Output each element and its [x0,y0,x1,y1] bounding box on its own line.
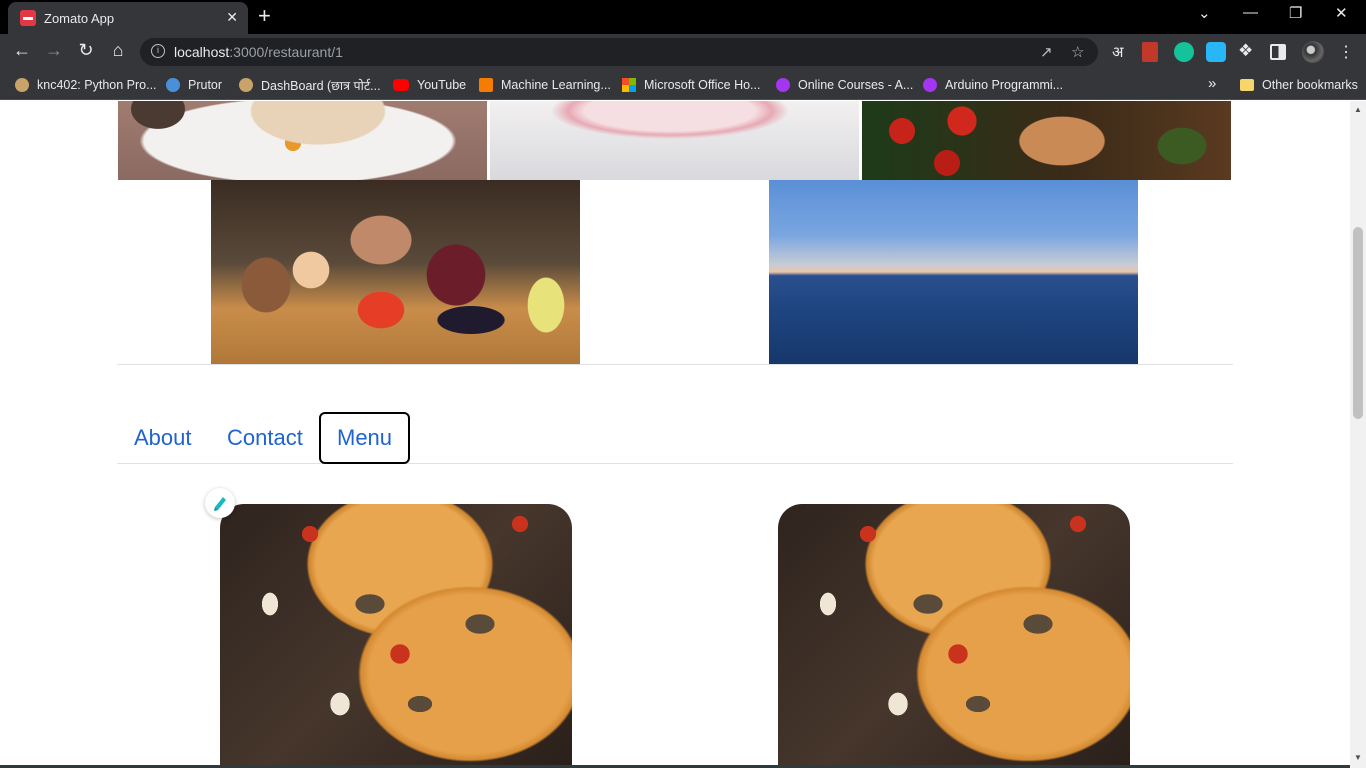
udemy-icon [923,78,937,92]
microsoft-icon [622,78,636,92]
browser-menu-icon[interactable]: ⋮ [1338,42,1354,62]
restaurant-tabs: About Contact Menu [117,412,1233,464]
page-scrollbar[interactable]: ▲ ▼ [1350,101,1366,768]
bookmarks-overflow-button[interactable]: » [1208,75,1216,92]
scroll-up-arrow-icon[interactable]: ▲ [1354,105,1362,114]
profile-avatar[interactable] [1302,41,1324,63]
bookmark-favicon-icon [166,78,180,92]
extensions-puzzle-icon[interactable]: ❖ [1238,41,1253,61]
zomato-favicon-icon [20,10,36,26]
side-panel-icon[interactable] [1270,44,1286,60]
bookmark-star-icon[interactable]: ☆ [1071,43,1084,61]
bookmark-item[interactable]: Machine Learning... [479,76,611,94]
forward-arrow-icon[interactable]: → [42,40,66,61]
tab-close-button[interactable]: ✕ [226,9,238,26]
bookmark-item[interactable]: YouTube [393,76,466,94]
menu-item-image[interactable] [220,504,572,768]
youtube-icon [393,79,409,91]
bookmark-item[interactable]: Microsoft Office Ho... [622,76,760,94]
browser-toolbar: ← → ↻ ⌂ i localhost:3000/restaurant/1 ↗ … [0,34,1366,70]
browser-titlebar: Zomato App ✕ + ⌄ — ❐ ✕ [0,0,1366,34]
reload-icon[interactable]: ↻ [74,40,98,61]
restaurant-photo[interactable] [490,101,859,180]
udemy-icon [776,78,790,92]
tab-about[interactable]: About [118,412,208,464]
bookmark-item[interactable]: Online Courses - A... [776,76,913,94]
back-arrow-icon[interactable]: ← [10,40,34,61]
browser-tab[interactable]: Zomato App ✕ [8,2,248,34]
menu-item-image[interactable] [778,504,1130,768]
restaurant-photo[interactable] [769,180,1138,364]
bookmark-item[interactable]: Prutor [166,76,222,94]
bookmark-extension-icon[interactable] [1142,42,1158,62]
bookmark-favicon-icon [15,78,29,92]
restaurant-photo[interactable] [862,101,1231,180]
restore-button[interactable]: ❐ [1289,4,1302,22]
url-text[interactable]: localhost:3000/restaurant/1 [174,44,343,60]
restaurant-photo[interactable] [211,180,580,364]
site-info-icon[interactable]: i [151,44,165,58]
bookmark-favicon-icon [239,78,253,92]
restaurant-photo[interactable] [118,101,487,180]
bookmarks-bar: knc402: Python Pro... Prutor DashBoard (… [0,70,1366,100]
scroll-thumb[interactable] [1353,227,1363,419]
divider [117,364,1233,365]
tab-menu[interactable]: Menu [319,412,411,464]
tab-title: Zomato App [44,10,115,26]
bookmark-item[interactable]: knc402: Python Pro... [15,76,157,94]
translate-extension-icon[interactable]: अ [1112,42,1123,62]
scroll-down-arrow-icon[interactable]: ▼ [1354,753,1362,762]
home-icon[interactable]: ⌂ [106,40,130,61]
grammarly-icon[interactable] [1174,42,1194,62]
share-icon[interactable]: ↗ [1040,43,1053,61]
bookmark-item[interactable]: DashBoard (छात्र पोर्ट... [239,76,381,94]
tab-search-button[interactable]: ⌄ [1198,4,1211,22]
other-bookmarks[interactable]: Other bookmarks [1240,76,1358,94]
close-window-button[interactable]: ✕ [1335,4,1348,22]
address-bar[interactable]: i localhost:3000/restaurant/1 ↗ ☆ [140,38,1098,66]
page-viewport: About Contact Menu [0,101,1350,768]
bookmark-favicon-icon [479,78,493,92]
highlighter-extension-icon[interactable] [1206,42,1226,62]
tab-contact[interactable]: Contact [211,412,319,464]
minimize-button[interactable]: — [1243,4,1258,21]
folder-icon [1240,79,1254,91]
new-tab-button[interactable]: + [258,3,271,29]
edit-pen-icon[interactable] [205,488,235,518]
bookmark-item[interactable]: Arduino Programmi... [923,76,1063,94]
